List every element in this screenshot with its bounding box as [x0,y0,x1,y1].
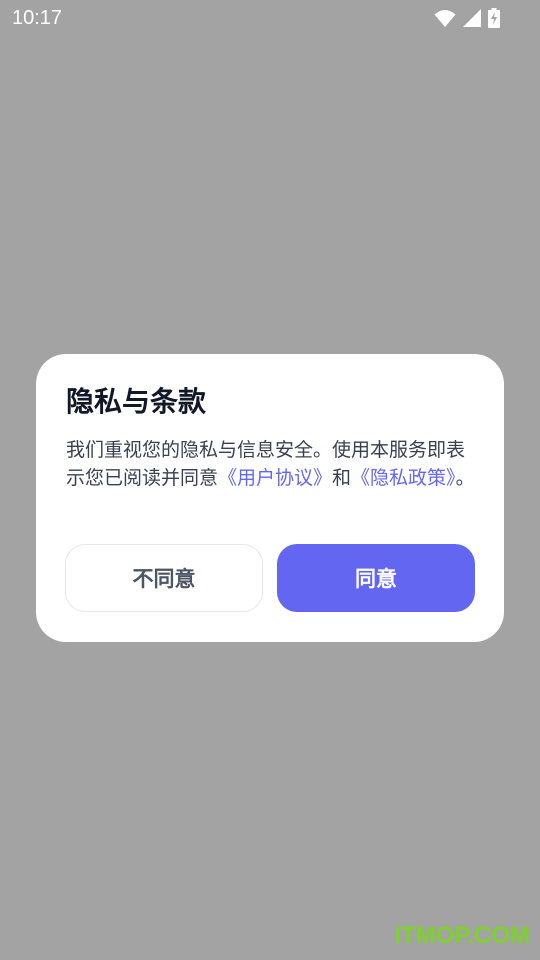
signal-icon [462,8,482,28]
dialog-message: 我们重视您的隐私与信息安全。使用本服务即表示您已阅读并同意《用户协议》和《隐私政… [66,436,476,492]
wifi-icon [434,8,456,28]
status-bar: 10:17 [0,0,540,36]
user-agreement-link[interactable]: 《用户协议》 [218,467,332,489]
dialog-title: 隐私与条款 [66,385,207,418]
status-time: 10:17 [12,7,63,29]
disagree-button[interactable]: 不同意 [65,544,263,612]
agree-button[interactable]: 同意 [277,544,475,612]
watermark-logo: ITMOP.COM [394,922,530,949]
message-end: 。 [455,467,475,489]
privacy-policy-link[interactable]: 《隐私政策》 [351,467,456,489]
battery-charging-icon [488,8,500,28]
status-icons [434,6,500,30]
message-conjunction: 和 [332,467,352,489]
privacy-dialog: 隐私与条款 我们重视您的隐私与信息安全。使用本服务即表示您已阅读并同意《用户协议… [36,354,504,642]
